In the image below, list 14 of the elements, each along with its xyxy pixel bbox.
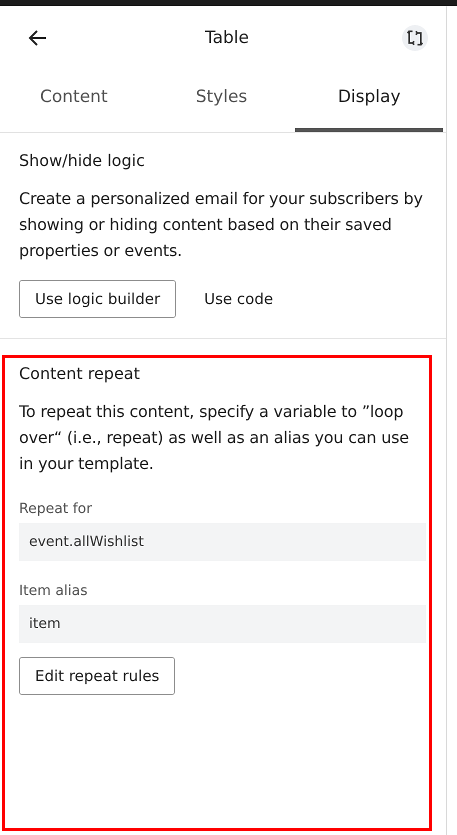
field-label: Item alias <box>19 583 89 599</box>
section-title: Content repeat <box>19 364 141 383</box>
text-field[interactable]: item <box>19 605 426 643</box>
logic-builder-button[interactable]: Use logic builder <box>19 280 176 318</box>
field-label: Repeat for <box>19 501 93 517</box>
text-field[interactable]: event.allWishlist <box>19 523 426 561</box>
panel-title: Table <box>205 28 249 48</box>
section-title: Show/hide logic <box>19 151 146 170</box>
edit-repeat-button[interactable]: Edit repeat rules <box>19 657 176 695</box>
section-description: Create a personalized email for your subscribers by showing or hiding content based on their saved properties or events. <box>19 188 424 262</box>
tab[interactable]: Styles <box>148 70 296 132</box>
tab[interactable]: Content <box>0 70 148 132</box>
section-description: To repeat this content, specify a variable to ”loop over“ (i.e., repeat) as well as an alias you can use in your template. <box>19 401 410 475</box>
tab[interactable]: Display <box>295 70 444 132</box>
